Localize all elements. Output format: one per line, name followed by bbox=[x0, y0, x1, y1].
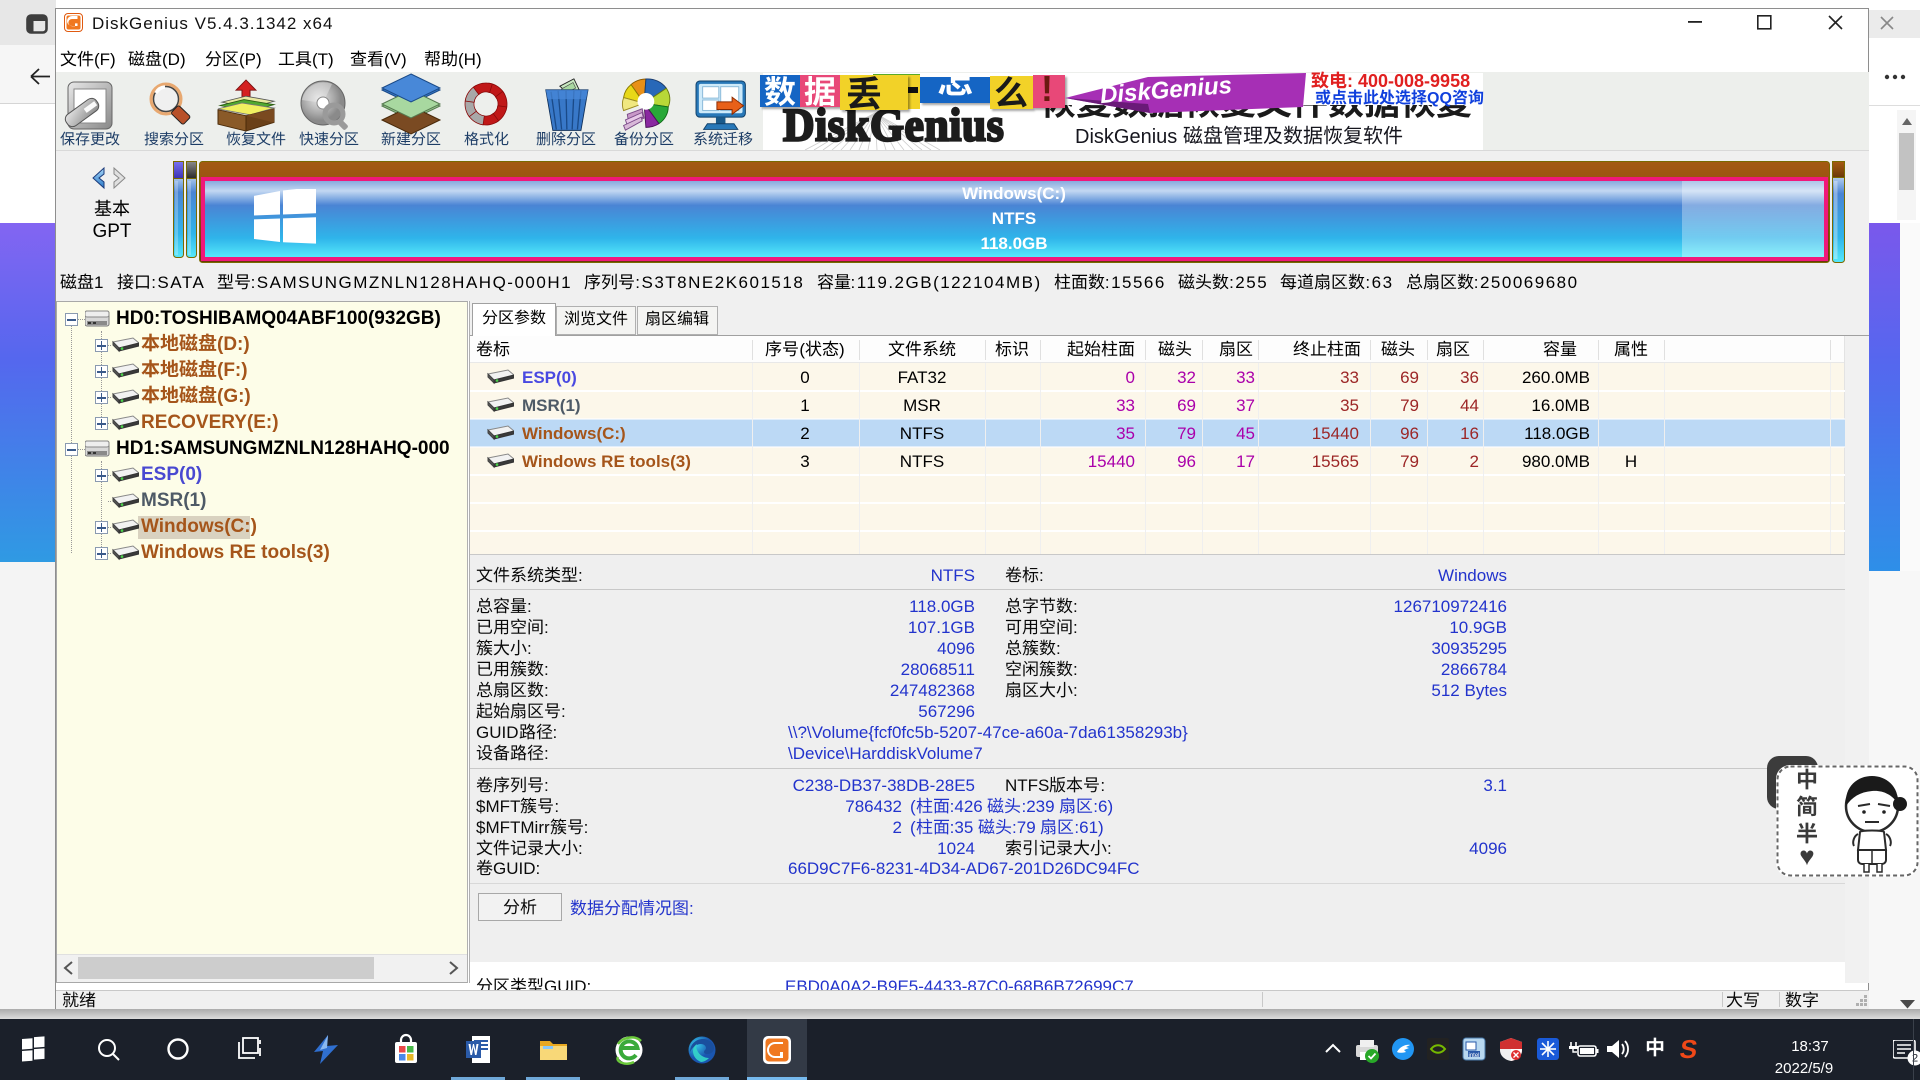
svg-text:intel: intel bbox=[1468, 1053, 1479, 1059]
